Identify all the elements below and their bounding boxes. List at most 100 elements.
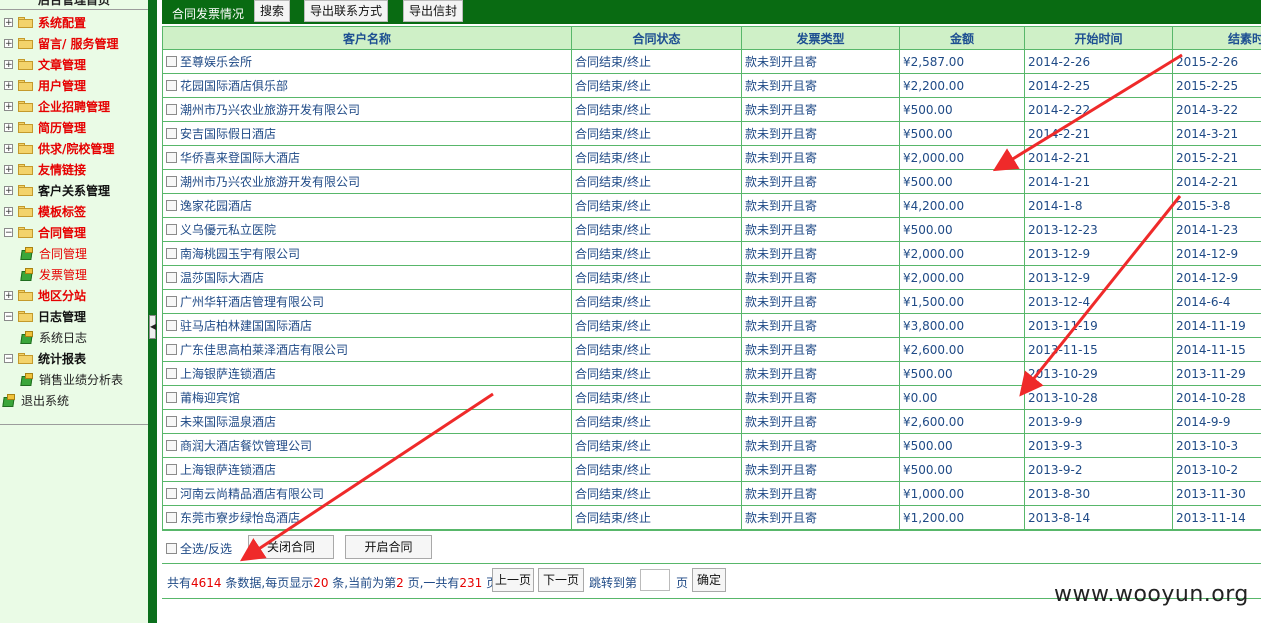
table-row[interactable]: 未来国际温泉酒店 合同结束/终止 款未到开且寄 ¥2,600.00 2013-9-9 20…	[162, 409, 1261, 434]
table-row[interactable]: 驻马店柏林建国国际酒店 合同结束/终止 款未到开且寄 ¥3,800.00 2013-11…	[162, 313, 1261, 338]
search-button[interactable]: 搜索	[254, 0, 290, 22]
sidebar-item-reports[interactable]: − 统计报表	[0, 348, 148, 369]
expand-icon[interactable]: +	[4, 144, 13, 154]
table-row[interactable]: 潮州市乃兴农业旅游开发有限公司 合同结束/终止 款未到开且寄 ¥500.00 2014-…	[162, 169, 1261, 194]
sidebar-collapse-toggle[interactable]: ◀	[149, 315, 156, 339]
table-row[interactable]: 南海桃园玉宇有限公司 合同结束/终止 款未到开且寄 ¥2,000.00 2013-12-…	[162, 241, 1261, 266]
expand-icon[interactable]: +	[4, 60, 13, 70]
start-date-cell: 2014-2-21	[1024, 121, 1173, 146]
select-all-checkbox[interactable]	[166, 543, 177, 554]
expand-icon[interactable]: +	[4, 291, 13, 301]
expand-icon[interactable]: +	[4, 165, 13, 175]
collapse-icon[interactable]: −	[4, 228, 13, 238]
table-row[interactable]: 安吉国际假日酒店 合同结束/终止 款未到开且寄 ¥500.00 2014-2-21 201…	[162, 121, 1261, 146]
row-checkbox[interactable]	[166, 344, 177, 355]
folder-icon	[18, 101, 33, 112]
expand-icon[interactable]: +	[4, 207, 13, 217]
table-row[interactable]: 广东佳思高柏莱泽酒店有限公司 合同结束/终止 款未到开且寄 ¥2,600.00 2013…	[162, 337, 1261, 362]
jump-page-input[interactable]	[640, 569, 670, 591]
expand-icon[interactable]: +	[4, 18, 13, 28]
next-page-button[interactable]: 下一页	[538, 568, 584, 592]
table-row[interactable]: 逸家花园酒店 合同结束/终止 款未到开且寄 ¥4,200.00 2014-1-8 2015…	[162, 193, 1261, 218]
table-row[interactable]: 河南云尚精品酒店有限公司 合同结束/终止 款未到开且寄 ¥1,000.00 2013-8…	[162, 481, 1261, 506]
sidebar-item-contracts[interactable]: − 合同管理	[0, 222, 148, 243]
table-row[interactable]: 至尊娱乐会所 合同结束/终止 款未到开且寄 ¥2,587.00 2014-2-26 201…	[162, 49, 1261, 74]
cell-text: 合同结束/终止	[575, 151, 652, 165]
expand-icon[interactable]: +	[4, 123, 13, 133]
row-checkbox[interactable]	[166, 296, 177, 307]
sidebar-item-resumes[interactable]: + 简历管理	[0, 117, 148, 138]
sidebar-item-recruitment[interactable]: + 企业招聘管理	[0, 96, 148, 117]
row-checkbox[interactable]	[166, 224, 177, 235]
sidebar-item-regions[interactable]: + 地区分站	[0, 285, 148, 306]
export-envelope-button[interactable]: 导出信封	[403, 0, 463, 22]
sidebar-item-supply-schools[interactable]: + 供求/院校管理	[0, 138, 148, 159]
expand-icon[interactable]: +	[4, 39, 13, 49]
sidebar-subitem-contract-manage[interactable]: 合同管理	[0, 243, 148, 264]
collapse-icon[interactable]: −	[4, 354, 13, 364]
close-contract-button[interactable]: 关闭合同	[248, 535, 334, 559]
table-row[interactable]: 温莎国际大酒店 合同结束/终止 款未到开且寄 ¥2,000.00 2013-12-9 20…	[162, 265, 1261, 290]
admin-home-link[interactable]: 后台管理首页	[0, 0, 148, 10]
table-row[interactable]: 花园国际酒店俱乐部 合同结束/终止 款未到开且寄 ¥2,200.00 2014-2-25…	[162, 73, 1261, 98]
confirm-jump-button[interactable]: 确定	[692, 568, 726, 592]
row-checkbox[interactable]	[166, 80, 177, 91]
table-row[interactable]: 上海银萨连锁酒店 合同结束/终止 款未到开且寄 ¥500.00 2013-9-2 2013…	[162, 457, 1261, 482]
expand-icon[interactable]: +	[4, 81, 13, 91]
row-checkbox[interactable]	[166, 512, 177, 523]
col-header-customer[interactable]: 客户名称	[162, 26, 572, 50]
row-checkbox[interactable]	[166, 248, 177, 259]
col-header-amount[interactable]: 金额	[899, 26, 1025, 50]
sidebar-item-articles[interactable]: + 文章管理	[0, 54, 148, 75]
table-row[interactable]: 华侨喜来登国际大酒店 合同结束/终止 款未到开且寄 ¥2,000.00 2014-2-2…	[162, 145, 1261, 170]
col-header-start[interactable]: 开始时间	[1024, 26, 1173, 50]
col-header-end[interactable]: 结素时	[1172, 26, 1261, 50]
sidebar-item-links[interactable]: + 友情链接	[0, 159, 148, 180]
prev-page-button[interactable]: 上一页	[492, 568, 534, 592]
sidebar-item-logs[interactable]: − 日志管理	[0, 306, 148, 327]
col-header-invoice-type[interactable]: 发票类型	[741, 26, 900, 50]
sidebar-item-users[interactable]: + 用户管理	[0, 75, 148, 96]
sidebar-item-system-config[interactable]: + 系统配置	[0, 12, 148, 33]
table-row[interactable]: 东莞市寮步绿怡岛酒店 合同结束/终止 款未到开且寄 ¥1,200.00 2013-8-1…	[162, 505, 1261, 530]
sidebar-subitem-system-log[interactable]: 系统日志	[0, 327, 148, 348]
row-checkbox[interactable]	[166, 56, 177, 67]
export-contacts-button[interactable]: 导出联系方式	[304, 0, 388, 22]
sidebar-subitem-sales-analysis[interactable]: 销售业绩分析表	[0, 369, 148, 390]
row-checkbox[interactable]	[166, 368, 177, 379]
collapse-icon[interactable]: −	[4, 312, 13, 322]
table-row[interactable]: 广州华轩酒店管理有限公司 合同结束/终止 款未到开且寄 ¥1,500.00 2013-1…	[162, 289, 1261, 314]
select-all[interactable]: 全选/反选	[166, 540, 232, 557]
table-row[interactable]: 上海银萨连锁酒店 合同结束/终止 款未到开且寄 ¥500.00 2013-10-29 20…	[162, 361, 1261, 386]
cell-text: 河南云尚精品酒店有限公司	[180, 487, 325, 501]
row-checkbox[interactable]	[166, 104, 177, 115]
sidebar-item-templates[interactable]: + 模板标签	[0, 201, 148, 222]
sidebar-item-crm[interactable]: + 客户关系管理	[0, 180, 148, 201]
sidebar-item-messages[interactable]: + 留言/ 服务管理	[0, 33, 148, 54]
table-row[interactable]: 莆梅迎宾馆 合同结束/终止 款未到开且寄 ¥0.00 2013-10-28 2014-10…	[162, 385, 1261, 410]
table-row[interactable]: 义乌優元私立医院 合同结束/终止 款未到开且寄 ¥500.00 2013-12-23 20…	[162, 217, 1261, 242]
row-checkbox[interactable]	[166, 488, 177, 499]
open-contract-button[interactable]: 开启合同	[345, 535, 432, 559]
sidebar-item-logout[interactable]: 退出系统	[0, 390, 148, 411]
row-checkbox[interactable]	[166, 464, 177, 475]
row-checkbox[interactable]	[166, 272, 177, 283]
expand-icon[interactable]: +	[4, 102, 13, 112]
sidebar-subitem-invoice-manage[interactable]: 发票管理	[0, 264, 148, 285]
cell-text: 2015-2-21	[1176, 150, 1239, 165]
row-checkbox[interactable]	[166, 440, 177, 451]
row-checkbox[interactable]	[166, 200, 177, 211]
row-checkbox[interactable]	[166, 320, 177, 331]
folder-icon	[18, 38, 33, 49]
expand-icon[interactable]: +	[4, 186, 13, 196]
row-checkbox[interactable]	[166, 152, 177, 163]
customer-name-cell: 逸家花园酒店	[162, 193, 572, 218]
col-header-status[interactable]: 合同状态	[571, 26, 742, 50]
row-checkbox[interactable]	[166, 416, 177, 427]
table-row[interactable]: 商润大酒店餐饮管理公司 合同结束/终止 款未到开且寄 ¥500.00 2013-9-3 2…	[162, 433, 1261, 458]
row-checkbox[interactable]	[166, 176, 177, 187]
row-checkbox[interactable]	[166, 392, 177, 403]
cell-text: 款未到开且寄	[745, 439, 818, 453]
row-checkbox[interactable]	[166, 128, 177, 139]
table-row[interactable]: 潮州市乃兴农业旅游开发有限公司 合同结束/终止 款未到开且寄 ¥500.00 2014-…	[162, 97, 1261, 122]
